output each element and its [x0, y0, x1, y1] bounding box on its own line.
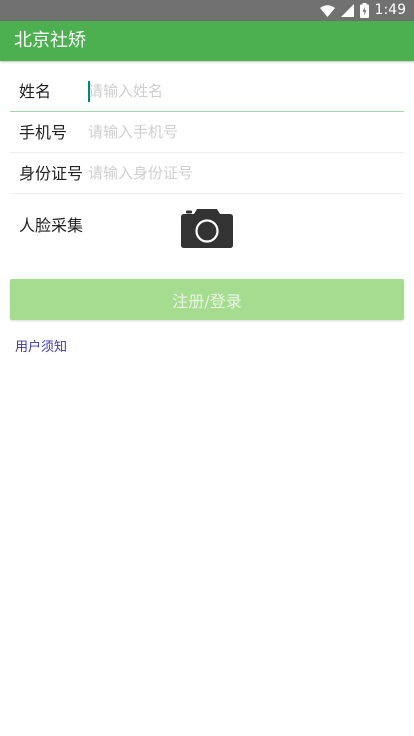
id-card-label: 身份证号: [19, 164, 84, 183]
status-time: 1:49: [374, 2, 406, 18]
text-caret: [88, 81, 90, 102]
phone-input[interactable]: [88, 120, 388, 144]
name-label: 姓名: [19, 82, 52, 101]
user-notice-link[interactable]: 用户须知: [15, 338, 67, 358]
wifi-icon: [319, 4, 335, 17]
signal-icon: [340, 4, 354, 17]
app-title: 北京社矫: [14, 30, 86, 51]
phone-label: 手机号: [19, 123, 68, 142]
face-capture-label: 人脸采集: [19, 216, 84, 235]
status-icons: 1:49: [319, 2, 406, 19]
battery-charging-icon: [359, 3, 369, 18]
camera-button[interactable]: [180, 207, 234, 249]
status-bar: 1:49: [0, 0, 414, 21]
phone-row: 手机号: [10, 112, 404, 153]
name-input[interactable]: [88, 79, 388, 103]
id-card-row: 身份证号: [10, 153, 404, 194]
camera-icon: [181, 209, 233, 248]
register-login-button[interactable]: 注册/登录: [10, 279, 404, 320]
app-bar: 北京社矫: [0, 21, 414, 61]
name-row: 姓名: [10, 71, 404, 112]
id-card-input[interactable]: [88, 161, 388, 185]
